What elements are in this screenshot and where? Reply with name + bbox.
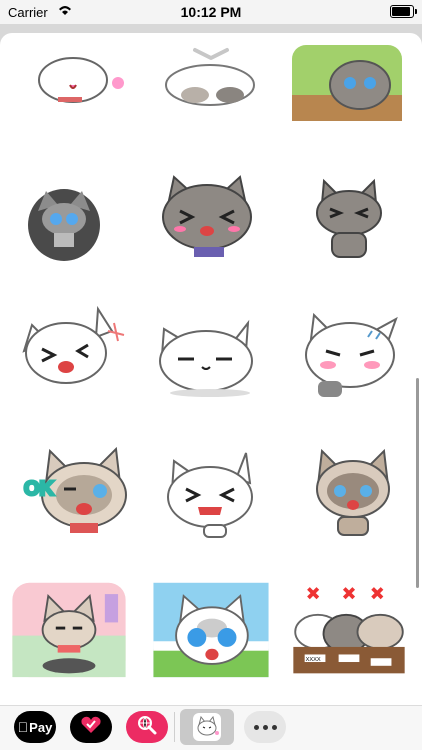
sticker-12[interactable]	[288, 443, 410, 543]
sticker-11[interactable]	[150, 443, 272, 543]
sticker-14[interactable]	[150, 579, 272, 685]
sticker-grid: OK XXXX	[0, 33, 422, 713]
clock: 10:12 PM	[180, 4, 242, 20]
drawer-divider	[174, 712, 175, 742]
current-sticker-app[interactable]	[180, 709, 234, 745]
heart-app[interactable]	[70, 711, 112, 743]
search-app[interactable]	[126, 711, 168, 743]
ok-label: OK	[24, 478, 55, 500]
sticker-3[interactable]	[288, 33, 410, 125]
more-dots-icon	[253, 724, 277, 730]
globe-search-icon	[136, 714, 158, 741]
sticker-10[interactable]: OK	[18, 443, 140, 543]
apple-pay-label: Pay	[23, 719, 52, 735]
sticker-app-thumbnail-icon	[193, 713, 221, 741]
sticker-9[interactable]	[288, 301, 410, 401]
sticker-13[interactable]	[8, 579, 132, 685]
sticker-1[interactable]	[18, 33, 140, 125]
sticker-15[interactable]: XXXX	[288, 579, 414, 685]
heart-icon	[80, 715, 102, 740]
apple-logo-icon: 	[18, 719, 29, 735]
sign-label: XXXX	[306, 657, 321, 663]
sticker-5[interactable]	[150, 171, 272, 271]
sticker-4[interactable]	[18, 171, 140, 271]
sticker-8[interactable]	[150, 301, 272, 401]
sticker-7[interactable]	[18, 301, 140, 401]
app-drawer: Pay	[0, 705, 422, 750]
battery-icon	[390, 5, 417, 18]
sticker-6[interactable]	[288, 171, 410, 271]
more-apps-button[interactable]	[244, 711, 286, 743]
sticker-sheet: OK XXXX Pay	[0, 33, 422, 750]
scroll-indicator[interactable]	[416, 378, 419, 588]
sticker-2[interactable]	[150, 33, 272, 125]
status-bar: Carrier 10:12 PM	[0, 0, 422, 24]
apple-pay-app[interactable]: Pay	[14, 711, 56, 743]
